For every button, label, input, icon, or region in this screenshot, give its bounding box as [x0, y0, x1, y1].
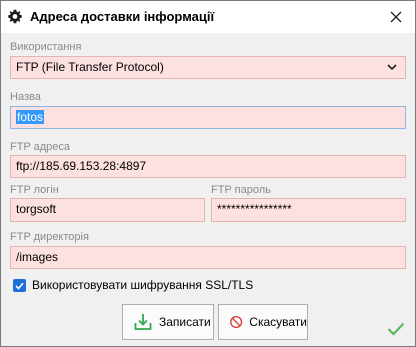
name-input-value: fotos — [16, 110, 45, 124]
close-button[interactable] — [383, 5, 409, 29]
save-button-label: Записати — [159, 315, 211, 329]
ftp-login-input[interactable]: torgsoft — [10, 198, 205, 222]
gear-icon — [8, 9, 22, 24]
name-label: Назва — [10, 91, 41, 103]
ftp-directory-input[interactable]: /images — [10, 246, 406, 269]
ssl-checkbox-label[interactable]: Використовувати шифрування SSL/TLS — [32, 278, 253, 292]
ftp-login-label: FTP логін — [10, 184, 59, 196]
name-input[interactable]: fotos — [10, 106, 406, 129]
ftp-directory-value: /images — [16, 250, 59, 264]
delivery-address-dialog: Адреса доставки інформації Використання … — [0, 0, 416, 347]
ftp-address-label: FTP адреса — [10, 141, 71, 153]
ftp-login-value: torgsoft — [16, 202, 57, 216]
no-entry-icon — [230, 315, 243, 329]
ftp-password-value: **************** — [217, 202, 292, 216]
ftp-password-label: FTP пароль — [211, 184, 271, 196]
close-icon — [390, 11, 402, 23]
cancel-button-label: Скасувати — [249, 315, 307, 329]
ssl-checkbox[interactable] — [13, 279, 26, 292]
usage-selected-value: FTP (File Transfer Protocol) — [16, 60, 164, 74]
dialog-title: Адреса доставки інформації — [30, 9, 215, 24]
chevron-down-icon — [387, 64, 397, 71]
ftp-address-input[interactable]: ftp://185.69.153.28:4897 — [10, 155, 406, 178]
checkmark-icon — [15, 282, 24, 290]
ftp-directory-label: FTP директорія — [10, 231, 89, 243]
title-bar: Адреса доставки інформації — [1, 1, 415, 33]
save-button[interactable]: Записати — [122, 304, 214, 340]
ftp-address-value: ftp://185.69.153.28:4897 — [16, 159, 147, 173]
usage-label: Використання — [10, 41, 82, 53]
cancel-button[interactable]: Скасувати — [218, 304, 308, 340]
checkmark-icon — [387, 322, 405, 336]
usage-select[interactable]: FTP (File Transfer Protocol) — [10, 56, 406, 79]
download-icon — [134, 314, 152, 330]
ftp-password-input[interactable]: **************** — [211, 198, 406, 222]
